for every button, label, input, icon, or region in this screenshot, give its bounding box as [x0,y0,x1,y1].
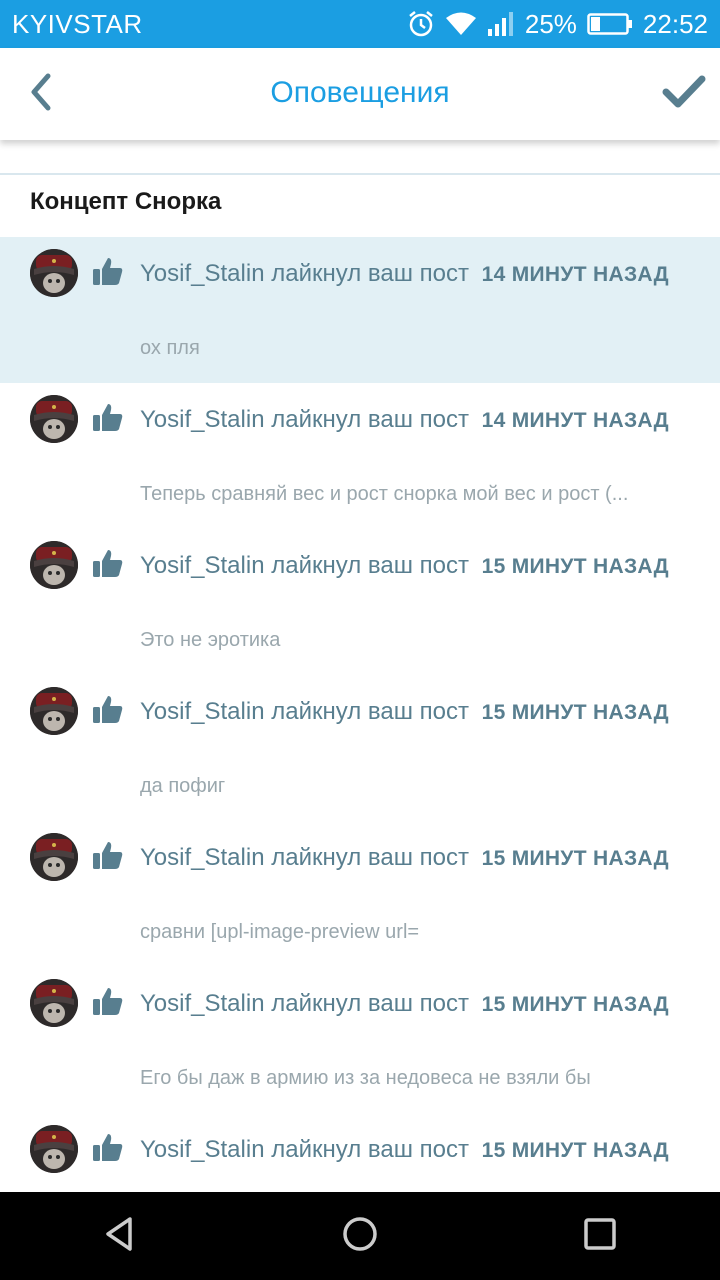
action-text: лайкнул ваш пост [271,406,469,433]
thumbs-up-icon [92,547,124,579]
thumbs-up-icon [92,985,124,1017]
discussion-title: Концепт Снорка [30,188,222,215]
notification-text: Yosif_Stalin лайкнул ваш пост 15 МИНУТ Н… [140,1131,680,1170]
signal-icon [487,11,515,37]
action-text: лайкнул ваш пост [271,698,469,725]
battery-percent: 25% [524,8,577,39]
avatar[interactable] [30,541,78,589]
username[interactable]: Yosif_Stalin [140,406,265,433]
notification-text: Yosif_Stalin лайкнул ваш пост 14 МИНУТ Н… [140,401,680,440]
timestamp: 14 МИНУТ НАЗАД [481,409,669,432]
username[interactable]: Yosif_Stalin [140,260,265,287]
avatar[interactable] [30,1125,78,1173]
thumbs-up-icon [92,839,124,871]
post-preview: да пофиг [140,775,226,797]
notification-item[interactable]: Yosif_Stalin лайкнул ваш пост 14 МИНУТ Н… [0,237,720,383]
alarm-icon [407,10,435,38]
timestamp: 15 МИНУТ НАЗАД [481,1139,669,1162]
divider [0,173,720,175]
notification-item[interactable]: Yosif_Stalin лайкнул ваш пост 14 МИНУТ Н… [0,383,720,529]
post-preview: сравни [upl-image-preview url= [140,921,420,943]
wifi-icon [445,11,477,37]
action-text: лайкнул ваш пост [271,844,469,871]
username[interactable]: Yosif_Stalin [140,1136,265,1163]
home-circle-icon [340,1214,380,1259]
app-header: Оповещения [0,48,720,140]
avatar[interactable] [30,833,78,881]
timestamp: 15 МИНУТ НАЗАД [481,555,669,578]
notification-text: Yosif_Stalin лайкнул ваш пост 14 МИНУТ Н… [140,255,680,294]
timestamp: 15 МИНУТ НАЗАД [481,993,669,1016]
avatar[interactable] [30,687,78,735]
username[interactable]: Yosif_Stalin [140,844,265,871]
mark-read-button[interactable] [660,70,708,118]
notification-text: Yosif_Stalin лайкнул ваш пост 15 МИНУТ Н… [140,693,680,732]
thumbs-up-icon [92,401,124,433]
thumbs-up-icon [92,255,124,287]
clock-time: 22:52 [642,8,708,39]
nav-recents-button[interactable] [560,1196,640,1276]
notification-text: Yosif_Stalin лайкнул ваш пост 15 МИНУТ Н… [140,985,680,1024]
post-preview: Это не эротика [140,629,281,651]
avatar[interactable] [30,395,78,443]
carrier-name: KYIVSTAR [12,9,143,39]
username[interactable]: Yosif_Stalin [140,552,265,579]
notification-item[interactable]: Yosif_Stalin лайкнул ваш пост 15 МИНУТ Н… [0,967,720,1113]
thumbs-up-icon [92,693,124,725]
action-text: лайкнул ваш пост [271,1136,469,1163]
action-text: лайкнул ваш пост [271,552,469,579]
notification-item[interactable]: Yosif_Stalin лайкнул ваш пост 15 МИНУТ Н… [0,675,720,821]
action-text: лайкнул ваш пост [271,260,469,287]
timestamp: 14 МИНУТ НАЗАД [481,263,669,286]
avatar[interactable] [30,979,78,1027]
username[interactable]: Yosif_Stalin [140,990,265,1017]
back-triangle-icon [100,1214,140,1259]
timestamp: 15 МИНУТ НАЗАД [481,701,669,724]
page-title: Оповещения [270,76,450,109]
notification-item[interactable]: Yosif_Stalin лайкнул ваш пост 15 МИНУТ Н… [0,529,720,675]
checkmark-icon [662,74,706,115]
status-icons: 25% 22:52 [407,8,708,40]
post-preview: ох пля [140,337,200,359]
post-preview: Его бы даж в армию из за недовеса не взя… [140,1067,591,1089]
post-preview: Теперь сравняй вес и рост снорка мой вес… [140,483,629,505]
status-bar: KYIVSTAR 25% 22:52 [0,0,720,48]
nav-back-button[interactable] [80,1196,160,1276]
recents-square-icon [580,1214,620,1259]
timestamp: 15 МИНУТ НАЗАД [481,847,669,870]
battery-icon [587,12,633,36]
system-nav-bar [0,1192,720,1280]
notification-list: Yosif_Stalin лайкнул ваш пост 14 МИНУТ Н… [0,237,720,1259]
nav-home-button[interactable] [320,1196,400,1276]
action-text: лайкнул ваш пост [271,990,469,1017]
notification-text: Yosif_Stalin лайкнул ваш пост 15 МИНУТ Н… [140,839,680,878]
username[interactable]: Yosif_Stalin [140,698,265,725]
thumbs-up-icon [92,1131,124,1163]
notification-text: Yosif_Stalin лайкнул ваш пост 15 МИНУТ Н… [140,547,680,586]
avatar[interactable] [30,249,78,297]
notification-item[interactable]: Yosif_Stalin лайкнул ваш пост 15 МИНУТ Н… [0,821,720,967]
